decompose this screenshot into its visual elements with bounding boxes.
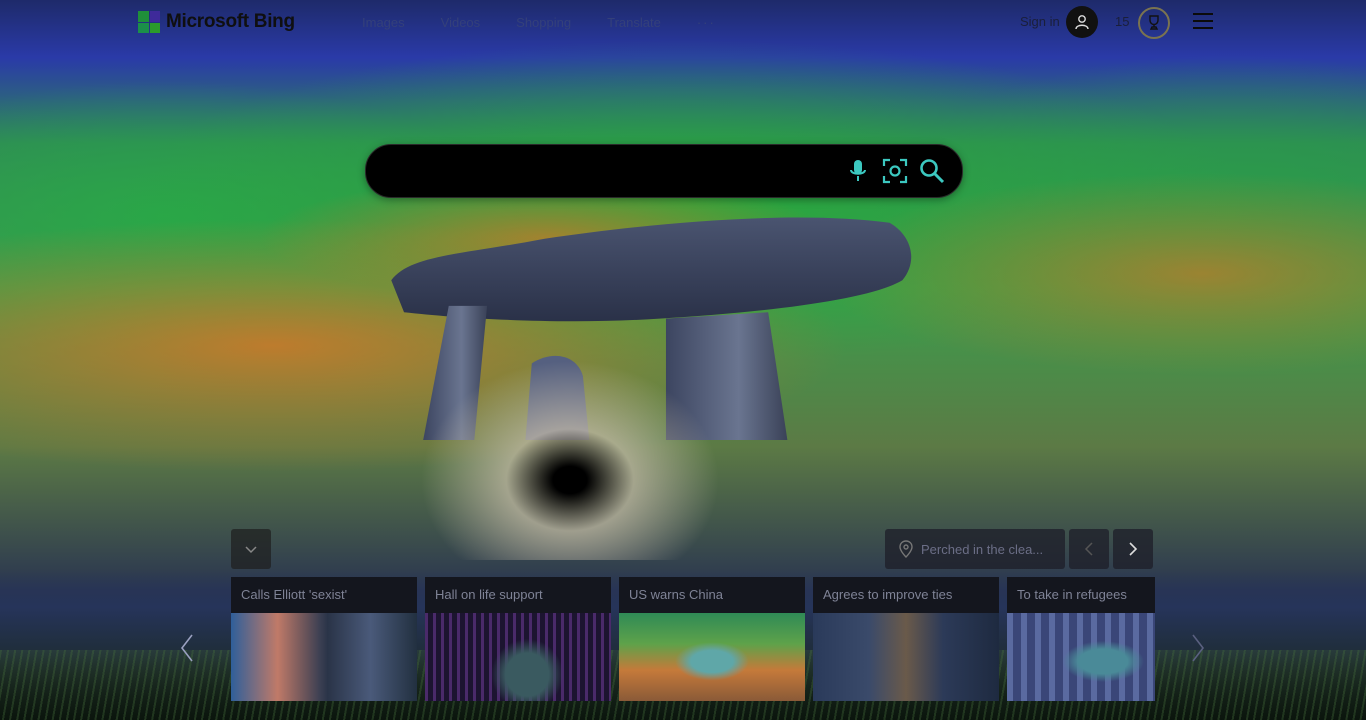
nav-translate[interactable]: Translate — [607, 15, 661, 30]
trophy-icon[interactable] — [1138, 7, 1170, 39]
next-image-button[interactable] — [1113, 529, 1153, 569]
news-card-image — [231, 613, 417, 701]
sun-glow — [420, 360, 720, 560]
carousel-prev-button[interactable] — [177, 630, 197, 666]
nav-videos[interactable]: Videos — [441, 15, 481, 30]
news-carousel: Calls Elliott 'sexist' Hall on life supp… — [231, 577, 1155, 701]
news-card[interactable]: Agrees to improve ties — [813, 577, 999, 701]
rewards-points[interactable]: 15 — [1115, 14, 1129, 29]
hamburger-menu-icon[interactable] — [1193, 13, 1213, 29]
collapse-feed-button[interactable] — [231, 529, 271, 569]
news-card[interactable]: US warns China — [619, 577, 805, 701]
user-icon[interactable] — [1066, 6, 1098, 38]
news-card-caption: US warns China — [619, 577, 805, 613]
search-box — [365, 144, 963, 199]
news-card[interactable]: Hall on life support — [425, 577, 611, 701]
nav-shopping[interactable]: Shopping — [516, 15, 571, 30]
trophy-glyph-icon — [1149, 15, 1159, 30]
news-card-caption: Agrees to improve ties — [813, 577, 999, 613]
chevron-left-icon — [180, 634, 193, 662]
nav-more[interactable]: ··· — [697, 15, 716, 30]
chevron-right-icon — [1192, 634, 1205, 662]
news-card[interactable]: To take in refugees — [1007, 577, 1155, 701]
top-nav: Images Videos Shopping Translate ··· — [362, 15, 716, 30]
camera-search-icon[interactable] — [882, 158, 908, 184]
chevron-down-icon — [245, 546, 257, 554]
bing-logo[interactable]: Microsoft Bing — [138, 11, 295, 33]
location-pin-icon — [899, 540, 913, 558]
mic-icon[interactable] — [845, 158, 871, 184]
previous-image-button[interactable] — [1069, 529, 1109, 569]
news-card-caption: Hall on life support — [425, 577, 611, 613]
news-card-image — [425, 613, 611, 701]
chevron-left-icon — [1084, 542, 1093, 556]
header: Microsoft Bing Images Videos Shopping Tr… — [0, 0, 1366, 46]
sign-in-link[interactable]: Sign in — [1020, 14, 1060, 29]
news-card-image — [813, 613, 999, 701]
news-card-image — [1007, 613, 1155, 701]
search-input[interactable] — [390, 145, 834, 199]
nav-images[interactable]: Images — [362, 15, 405, 30]
microsoft-logo-icon — [138, 11, 160, 33]
location-label: Perched in the clea... — [921, 541, 1044, 557]
brand-name: Microsoft Bing — [166, 11, 295, 32]
news-card[interactable]: Calls Elliott 'sexist' — [231, 577, 417, 701]
person-icon — [1075, 15, 1089, 30]
news-card-image — [619, 613, 805, 701]
chevron-right-icon — [1129, 542, 1138, 556]
news-card-caption: To take in refugees — [1007, 577, 1155, 613]
image-info-button[interactable]: Perched in the clea... — [885, 529, 1065, 569]
news-card-caption: Calls Elliott 'sexist' — [231, 577, 417, 613]
carousel-next-button[interactable] — [1188, 630, 1208, 666]
search-icon[interactable] — [919, 158, 945, 184]
